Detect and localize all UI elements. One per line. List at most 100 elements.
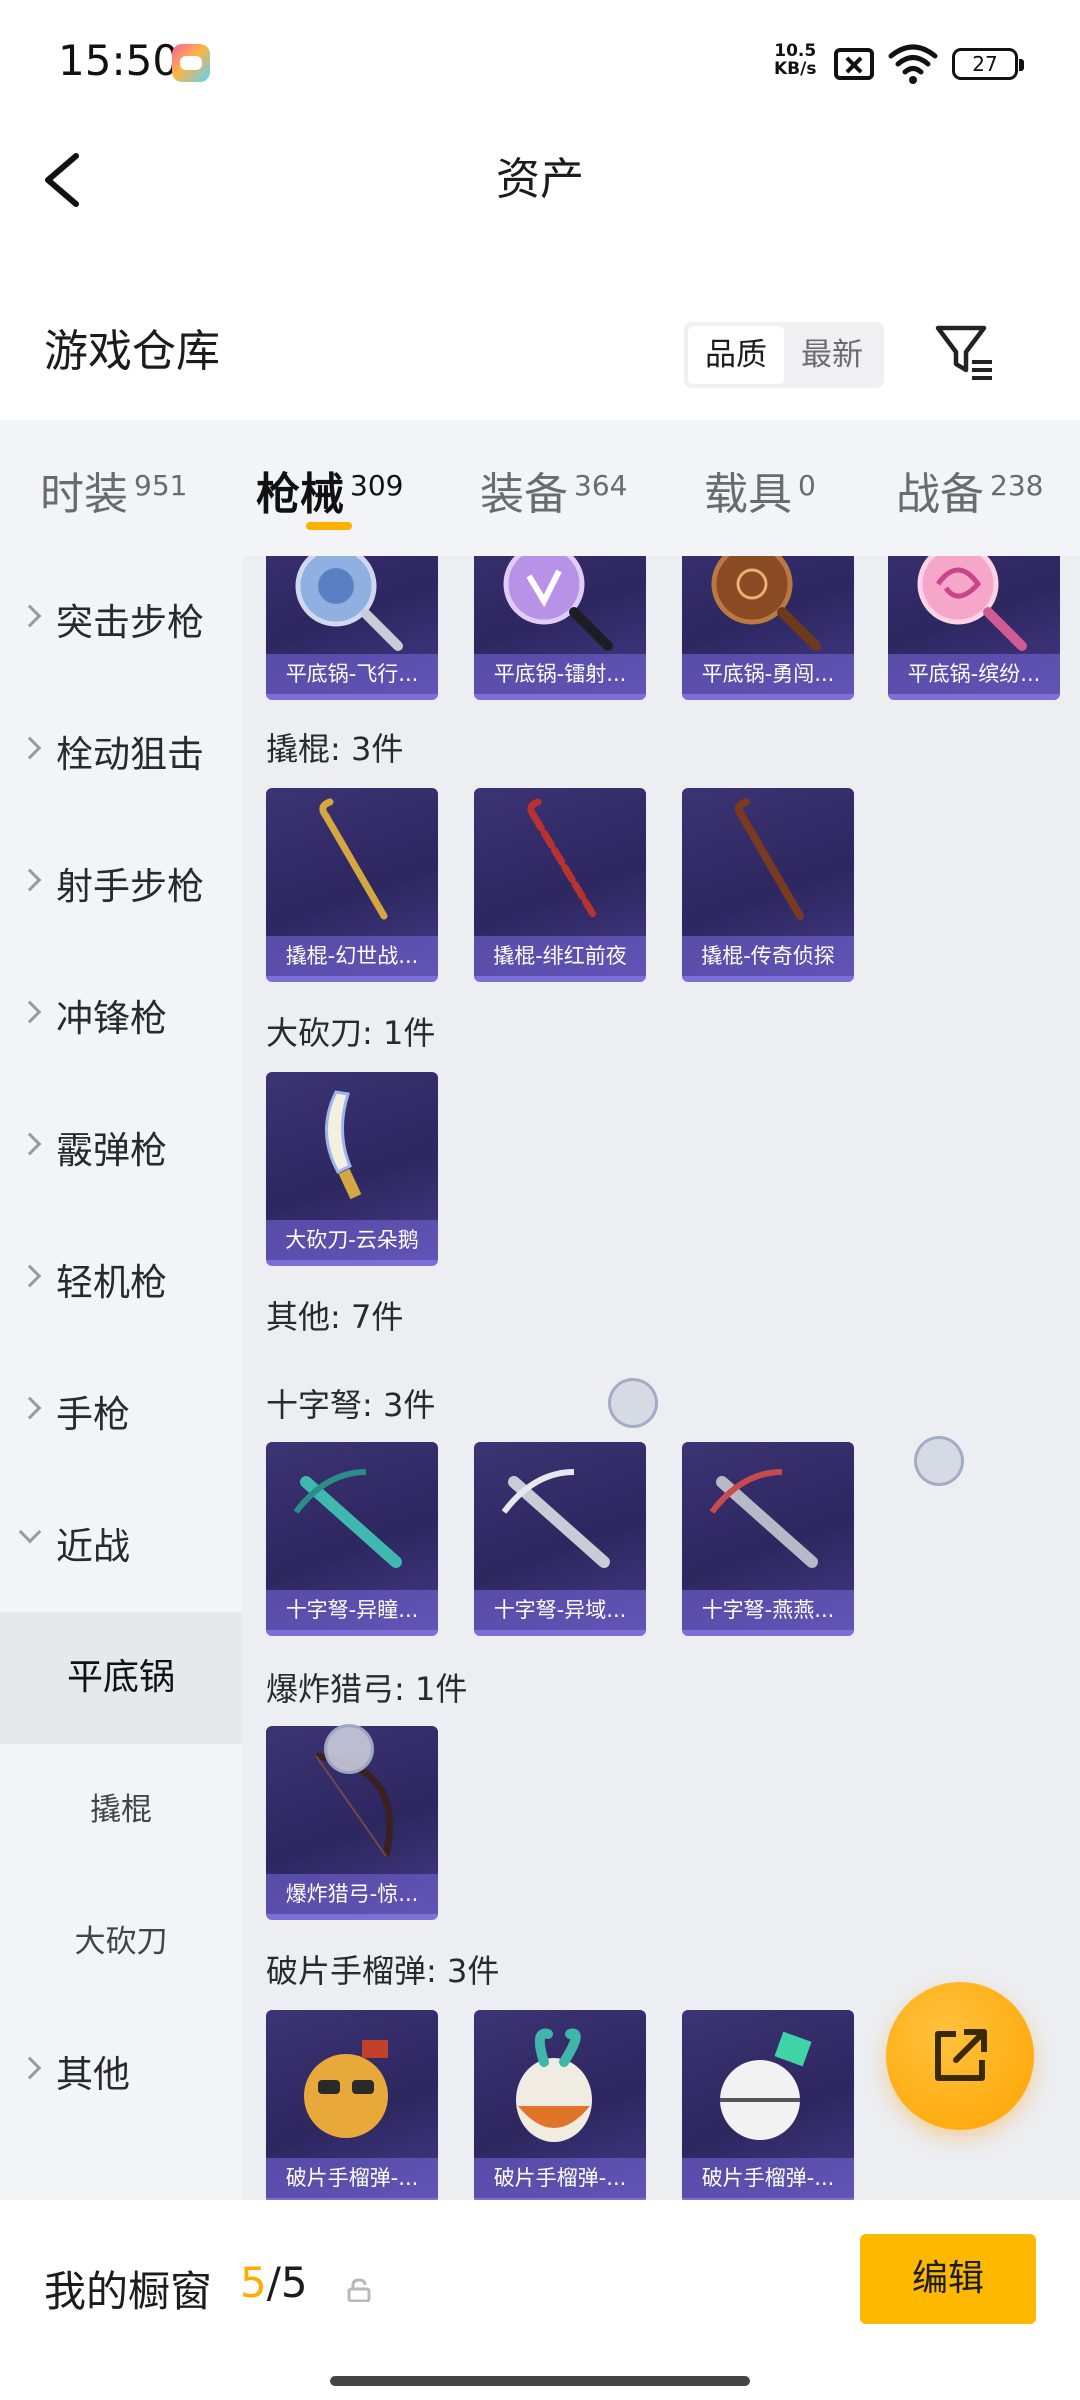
tab-count: 951: [134, 469, 188, 502]
sidebar-item-label: 其他: [56, 2053, 130, 2096]
share-button[interactable]: [886, 1982, 1034, 2130]
sort-option-newest[interactable]: 最新: [784, 326, 880, 384]
sort-option-quality[interactable]: 品质: [688, 326, 784, 384]
group-label-crossbow: 十字弩: 3件: [266, 1386, 436, 1424]
showcase-label: 我的橱窗: [44, 2267, 213, 2316]
tab-count: 364: [574, 469, 628, 502]
item-card[interactable]: 平底锅-勇闯...: [682, 556, 854, 700]
chevron-right-icon: [18, 1132, 42, 1156]
chevron-right-icon: [18, 736, 42, 760]
grenade-image: [304, 2040, 388, 2138]
crowbar-image: [319, 798, 388, 920]
item-card[interactable]: 大砍刀-云朵鹅: [266, 1072, 438, 1266]
pan-image: [711, 556, 821, 651]
edit-button[interactable]: 编辑: [860, 2234, 1036, 2324]
item-card[interactable]: 破片手榴弹-...: [266, 2010, 438, 2200]
tab-vehicles[interactable]: 载具 0: [704, 458, 816, 522]
item-card[interactable]: 十字弩-燕燕...: [682, 1442, 854, 1636]
group-label-crowbar: 撬棍: 3件: [266, 730, 404, 768]
chevron-right-icon: [18, 604, 42, 628]
tab-firearms[interactable]: 枪械 309: [256, 458, 403, 522]
showcase-count: 5/5: [240, 2258, 308, 2307]
item-name: 大砍刀-云朵鹅: [266, 1220, 438, 1260]
sidebar-item-label: 栓动狙击: [56, 733, 204, 776]
no-sim-icon: [834, 48, 874, 80]
tab-supplies[interactable]: 战备 238: [896, 458, 1043, 522]
crossbow-image: [293, 1469, 402, 1568]
sidebar-item-label: 近战: [56, 1525, 130, 1568]
tab-count: 0: [798, 469, 816, 502]
item-name: 平底锅-勇闯...: [682, 654, 854, 694]
item-name: 破片手榴弹-...: [474, 2158, 646, 2198]
filter-icon[interactable]: [934, 322, 996, 384]
sidebar-item-pistol[interactable]: 手枪: [0, 1348, 242, 1480]
sidebar-item-smg[interactable]: 冲锋枪: [0, 952, 242, 1084]
pan-image: [295, 556, 403, 651]
battery-icon: 27: [952, 48, 1024, 80]
sidebar-subitem-machete[interactable]: 大砍刀: [0, 1876, 242, 2008]
showcase-count-total: /5: [266, 2258, 308, 2307]
item-name: 撬棍-绯红前夜: [474, 936, 646, 976]
sidebar-subitem-crowbar[interactable]: 撬棍: [0, 1744, 242, 1876]
sidebar-item-bolt-sniper[interactable]: 栓动狙击: [0, 688, 242, 820]
chevron-right-icon: [18, 868, 42, 892]
sidebar-item-melee[interactable]: 近战: [0, 1480, 242, 1612]
group-label-other: 其他: 7件: [266, 1298, 404, 1336]
sidebar-item-label: 手枪: [56, 1393, 130, 1436]
item-card[interactable]: 平底锅-飞行...: [266, 556, 438, 700]
item-card[interactable]: 平底锅-镭射...: [474, 556, 646, 700]
tab-equipment[interactable]: 装备 364: [480, 458, 627, 522]
status-bar: 15:50 10.5 KB/s 27: [0, 0, 1080, 128]
item-card[interactable]: 平底锅-缤纷...: [888, 556, 1060, 700]
item-name: 平底锅-镭射...: [474, 654, 646, 694]
tab-count: 309: [350, 469, 404, 502]
sidebar-item-label: 霰弹枪: [56, 1129, 167, 1172]
tab-label: 时装: [40, 469, 128, 520]
group-label-frag-grenade: 破片手榴弹: 3件: [266, 1952, 500, 1990]
item-card[interactable]: 十字弩-异瞳...: [266, 1442, 438, 1636]
item-name: 平底锅-缤纷...: [888, 654, 1060, 694]
pan-image: [503, 556, 613, 651]
item-card[interactable]: 撬棍-绯红前夜: [474, 788, 646, 982]
sidebar-item-lmg[interactable]: 轻机枪: [0, 1216, 242, 1348]
chevron-right-icon: [18, 2056, 42, 2080]
item-grid-panel: 平底锅-飞行... 平底锅-镭射... 平底锅-勇闯... 平底锅-缤纷... …: [242, 556, 1080, 2200]
sidebar-subitem-label: 平底锅: [66, 1657, 175, 1698]
weapon-type-sidebar: 突击步枪 栓动狙击 射手步枪 冲锋枪 霰弹枪 轻机枪 手枪 近战 平底锅 撬棍 …: [0, 556, 242, 2200]
sidebar-subitem-label: 撬棍: [90, 1792, 152, 1828]
showcase-count-current: 5: [240, 2258, 267, 2307]
pan-image: [917, 556, 1027, 651]
tab-label: 枪械: [256, 469, 344, 520]
crossbow-image: [709, 1469, 818, 1568]
sidebar-item-assault-rifle[interactable]: 突击步枪: [0, 556, 242, 688]
chevron-down-icon: [18, 1520, 42, 1544]
network-speed-value: 10.5: [774, 41, 817, 61]
lock-icon: [347, 2278, 371, 2302]
tab-fashion[interactable]: 时装 951: [40, 458, 187, 522]
item-card[interactable]: 破片手榴弹-...: [474, 2010, 646, 2200]
chevron-right-icon: [18, 1000, 42, 1024]
group-label-explosive-bow: 爆炸猎弓: 1件: [266, 1670, 468, 1708]
touch-indicator: [324, 1724, 374, 1774]
active-tab-indicator: [306, 522, 352, 530]
sidebar-item-marksman-rifle[interactable]: 射手步枪: [0, 820, 242, 952]
item-card[interactable]: 撬棍-传奇侦探: [682, 788, 854, 982]
machete-image: [325, 1090, 362, 1200]
item-card[interactable]: 十字弩-异域...: [474, 1442, 646, 1636]
grenade-image: [516, 2028, 592, 2142]
crowbar-image: [527, 798, 598, 920]
item-card[interactable]: 破片手榴弹-...: [682, 2010, 854, 2200]
share-external-icon: [935, 2029, 987, 2081]
sidebar-item-shotgun[interactable]: 霰弹枪: [0, 1084, 242, 1216]
sidebar-item-other[interactable]: 其他: [0, 2008, 242, 2140]
item-name: 十字弩-异瞳...: [266, 1590, 438, 1630]
tab-label: 载具: [704, 469, 792, 520]
sidebar-item-label: 突击步枪: [56, 601, 204, 644]
crossbow-image: [501, 1469, 610, 1568]
sidebar-subitem-pan[interactable]: 平底锅: [0, 1612, 242, 1744]
item-name: 破片手榴弹-...: [682, 2158, 854, 2198]
item-card[interactable]: 撬棍-幻世战...: [266, 788, 438, 982]
home-indicator[interactable]: [330, 2376, 750, 2386]
sidebar-item-label: 射手步枪: [56, 865, 204, 908]
sort-toggle: 品质 最新: [684, 322, 884, 388]
